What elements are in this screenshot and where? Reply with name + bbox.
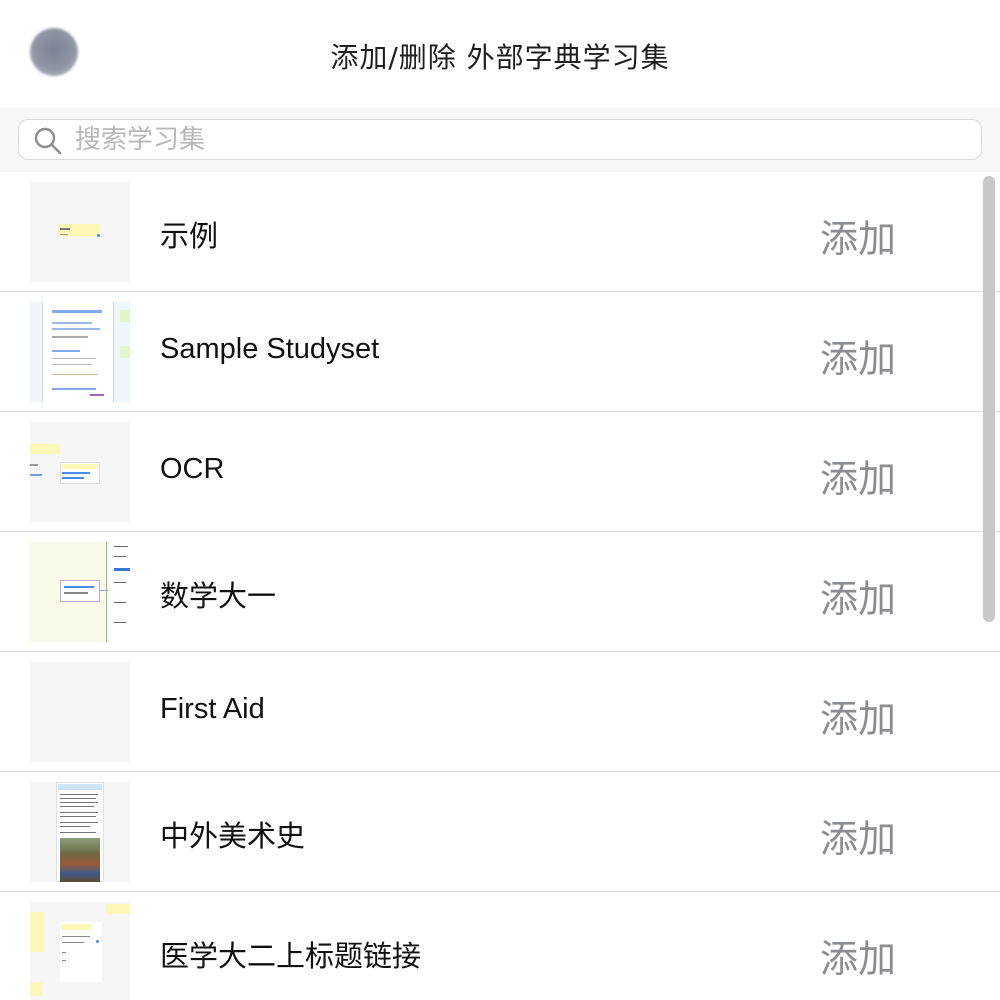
search-input[interactable]	[75, 124, 955, 156]
studyset-thumbnail	[30, 902, 130, 1000]
search-bar	[0, 107, 1000, 172]
dialog-header: 添加/删除 外部字典学习集	[0, 0, 1000, 107]
list-item: 中外美术史 添加	[0, 772, 1000, 892]
studyset-thumbnail	[30, 542, 130, 642]
add-button[interactable]: 添加	[820, 688, 910, 741]
add-button[interactable]: 添加	[820, 448, 910, 501]
add-button[interactable]: 添加	[820, 568, 910, 621]
search-box[interactable]	[18, 119, 982, 160]
studyset-title: 医学大二上标题链接	[160, 941, 422, 973]
list-item: 数学大一 添加	[0, 532, 1000, 652]
list-item: 医学大二上标题链接 添加	[0, 892, 1000, 1000]
studyset-thumbnail	[30, 422, 130, 522]
studyset-thumbnail	[30, 782, 130, 882]
add-button[interactable]: 添加	[820, 928, 910, 981]
studyset-thumbnail	[30, 182, 130, 282]
studyset-title: 示例	[160, 221, 219, 253]
add-button[interactable]: 添加	[820, 328, 910, 381]
list-item: OCR 添加	[0, 412, 1000, 532]
add-button[interactable]: 添加	[820, 208, 910, 261]
studyset-list: 示例 添加 Sample Studyset 添加 OCR 添加 数学大一 添加 …	[0, 172, 1000, 1000]
search-icon	[34, 127, 62, 155]
studyset-thumbnail	[30, 302, 130, 402]
list-item: 示例 添加	[0, 172, 1000, 292]
list-item: Sample Studyset 添加	[0, 292, 1000, 412]
studyset-title: 中外美术史	[160, 821, 306, 853]
scrollbar[interactable]	[983, 176, 995, 622]
studyset-title: 数学大一	[160, 581, 277, 613]
dialog-title: 添加/删除 外部字典学习集	[330, 41, 670, 74]
add-button[interactable]: 添加	[820, 808, 910, 861]
list-item: First Aid 添加	[0, 652, 1000, 772]
studyset-title: Sample Studyset	[160, 333, 380, 365]
studyset-title: OCR	[160, 453, 225, 485]
studyset-thumbnail	[30, 662, 130, 762]
studyset-title: First Aid	[160, 693, 265, 725]
